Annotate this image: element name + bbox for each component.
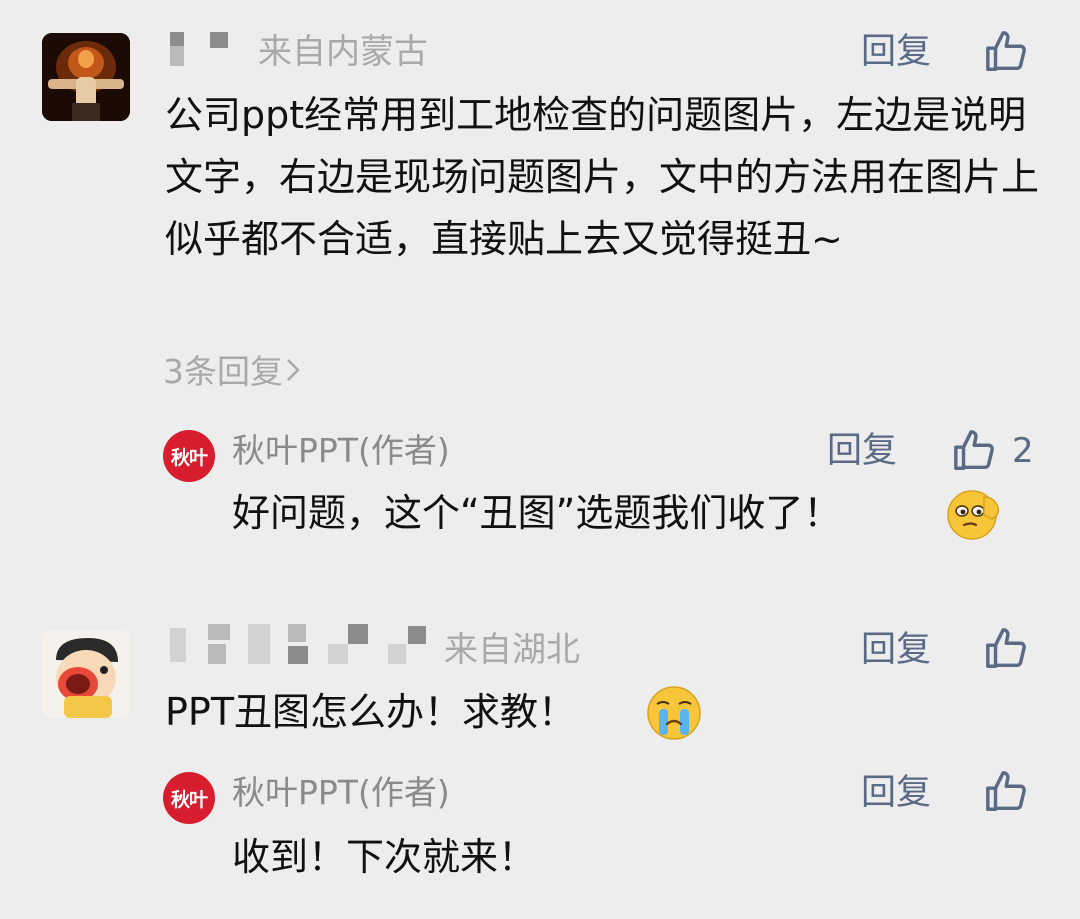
reply-button[interactable]: 回复 — [861, 630, 931, 670]
reply-button[interactable]: 回复 — [827, 431, 897, 471]
comment-text: 公司ppt经常用到工地检查的问题图片，左边是说明文字，右边是现场问题图片，文中的… — [165, 93, 1040, 261]
location-label: 来自内蒙古 — [258, 32, 428, 72]
username-pixel — [210, 32, 228, 48]
author-name[interactable]: 秋叶PPT(作者) — [232, 431, 450, 471]
like-icon[interactable] — [952, 428, 998, 474]
reply-text: 好问题，这个“丑图”选题我们收了！ — [232, 491, 842, 535]
user-avatar[interactable] — [42, 630, 130, 718]
reply-button[interactable]: 回复 — [861, 32, 931, 72]
username-pixel — [170, 32, 184, 46]
username-pixel — [208, 624, 230, 640]
replies-count-label: 3条回复 — [163, 352, 283, 391]
chevron-right-icon — [285, 352, 301, 392]
like-icon[interactable] — [984, 769, 1030, 815]
author-avatar-badge[interactable]: 秋叶 — [163, 772, 215, 824]
username-pixel — [348, 624, 368, 644]
thinking-face-emoji — [944, 487, 1004, 547]
author-name[interactable]: 秋叶PPT(作者) — [232, 773, 450, 813]
user-avatar[interactable] — [42, 33, 130, 121]
username-pixel — [288, 624, 306, 642]
username-pixel — [170, 628, 186, 662]
like-count: 2 — [1012, 431, 1034, 471]
username-pixel — [388, 644, 406, 664]
username-pixel — [208, 644, 226, 664]
like-icon[interactable] — [984, 29, 1030, 75]
username-pixel — [170, 46, 184, 66]
username-pixel — [408, 626, 426, 644]
username-pixel — [248, 624, 270, 664]
view-replies-link[interactable]: 3条回复 — [163, 352, 301, 392]
like-icon[interactable] — [984, 626, 1030, 672]
comment-text: PPT丑图怎么办！求教！ — [165, 690, 577, 734]
crying-face-emoji — [645, 684, 703, 746]
location-label: 来自湖北 — [444, 630, 580, 670]
author-avatar-badge[interactable]: 秋叶 — [163, 430, 215, 482]
username-pixel — [328, 644, 348, 664]
username-pixel — [288, 646, 308, 664]
reply-button[interactable]: 回复 — [861, 773, 931, 813]
reply-text: 收到！下次就来！ — [232, 835, 537, 879]
